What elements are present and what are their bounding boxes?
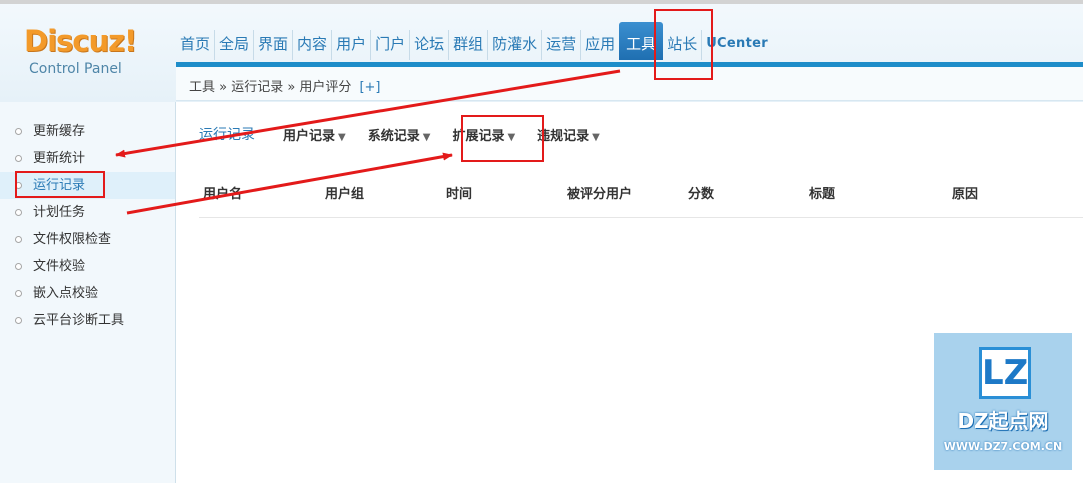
subnav-label: 用户记录: [283, 128, 336, 144]
sidebar-item-label: 嵌入点校验: [33, 286, 99, 301]
watermark-logo-text: LZ: [982, 353, 1029, 393]
sidebar-item-cron[interactable]: 计划任务: [0, 199, 175, 226]
sidebar-item-update-stats[interactable]: 更新统计: [0, 145, 175, 172]
nav-item-portal[interactable]: 门户: [371, 30, 411, 60]
sidebar-item-label: 更新统计: [33, 151, 86, 166]
nav-item-operation[interactable]: 运营: [542, 30, 582, 60]
bullet-icon: [15, 209, 22, 216]
sidebar-item-label: 云平台诊断工具: [33, 313, 125, 328]
subnav-system-logs[interactable]: 系统记录 ▼: [368, 125, 431, 144]
log-subnav: 运行记录 用户记录 ▼ 系统记录 ▼ 扩展记录 ▼ 违规记录 ▼: [199, 122, 622, 146]
logo-subtitle: Control Panel: [29, 61, 122, 77]
subnav-violation-logs[interactable]: 违规记录 ▼: [537, 125, 600, 144]
add-shortcut-link[interactable]: [+]: [359, 80, 380, 95]
nav-item-app[interactable]: 应用: [581, 30, 619, 60]
nav-item-style[interactable]: 界面: [254, 30, 294, 60]
watermark-logo-icon: LZ: [979, 347, 1031, 399]
top-rule: [0, 0, 1083, 4]
column-subject: 标题: [809, 187, 836, 202]
sidebar-item-label: 计划任务: [33, 205, 86, 220]
subnav-user-logs[interactable]: 用户记录 ▼: [283, 125, 346, 144]
subnav-title: 运行记录: [199, 127, 255, 143]
sidebar-item-file-check[interactable]: 文件校验: [0, 253, 175, 280]
sidebar-item-hook-check[interactable]: 嵌入点校验: [0, 280, 175, 307]
logo-wordmark: Discuz!: [24, 24, 137, 58]
bullet-icon: [15, 128, 22, 135]
column-reason: 原因: [952, 187, 979, 202]
caret-down-icon: ▼: [422, 131, 431, 143]
bullet-icon: [15, 236, 22, 243]
watermark-title: DZ起点网: [957, 409, 1049, 433]
annotation-box-extension-logs: [461, 115, 544, 162]
sidebar-item-label: 文件权限检查: [33, 232, 112, 247]
breadcrumb-bar: 工具 » 运行记录 » 用户评分 [+]: [176, 67, 1083, 101]
rating-log-table-header: 用户名 用户组 时间 被评分用户 分数 标题 原因: [199, 174, 1083, 218]
bullet-icon: [15, 155, 22, 162]
annotation-box-tools: [654, 9, 713, 80]
subnav-label: 系统记录: [367, 128, 420, 144]
discuz-logo[interactable]: Discuz! Control Panel: [24, 26, 154, 86]
sidebar-item-update-cache[interactable]: 更新缓存: [0, 118, 175, 145]
caret-down-icon: ▼: [592, 131, 600, 143]
bullet-icon: [15, 263, 22, 270]
nav-item-content[interactable]: 内容: [293, 30, 333, 60]
breadcrumb: 工具 » 运行记录 » 用户评分 [+]: [189, 76, 380, 95]
caret-down-icon: ▼: [338, 131, 346, 143]
breadcrumb-path: 工具 » 运行记录 » 用户评分: [189, 80, 352, 95]
bullet-icon: [15, 317, 22, 324]
subnav-label: 违规记录: [537, 128, 590, 144]
watermark-url: WWW.DZ7.COM.CN: [943, 440, 1063, 453]
column-usergroup: 用户组: [325, 187, 365, 202]
nav-item-forum[interactable]: 论坛: [410, 30, 450, 60]
nav-item-global[interactable]: 全局: [215, 30, 255, 60]
column-username: 用户名: [203, 187, 243, 202]
site-watermark: LZ DZ起点网 WWW.DZ7.COM.CN: [934, 333, 1072, 470]
sidebar-item-label: 更新缓存: [33, 124, 86, 139]
column-rated-user: 被评分用户: [567, 187, 633, 202]
sidebar-menu: 更新缓存 更新统计 运行记录 计划任务 文件权限检查 文件校验 嵌入点校验 云平…: [0, 118, 175, 334]
nav-item-group[interactable]: 群组: [449, 30, 489, 60]
annotation-box-run-logs: [15, 171, 105, 198]
nav-item-antispam[interactable]: 防灌水: [488, 30, 543, 60]
column-score: 分数: [688, 187, 715, 202]
nav-item-user[interactable]: 用户: [332, 30, 372, 60]
sidebar-item-label: 文件校验: [33, 259, 86, 274]
column-time: 时间: [446, 187, 473, 202]
nav-item-home[interactable]: 首页: [176, 30, 216, 60]
sidebar: 更新缓存 更新统计 运行记录 计划任务 文件权限检查 文件校验 嵌入点校验 云平…: [0, 102, 176, 483]
sidebar-item-file-perms[interactable]: 文件权限检查: [0, 226, 175, 253]
bullet-icon: [15, 290, 22, 297]
sidebar-item-cloud-diag[interactable]: 云平台诊断工具: [0, 307, 175, 334]
